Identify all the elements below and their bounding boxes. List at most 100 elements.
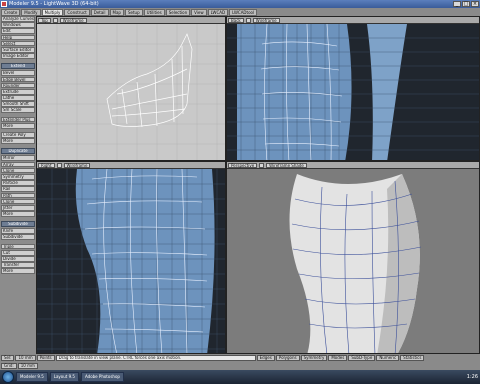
window-titlebar: Modeler 9.5 - LightWave 3D (64-bit) _ □ … bbox=[0, 0, 480, 8]
maximize-button[interactable]: □ bbox=[462, 1, 470, 7]
tool-button-more[interactable]: More bbox=[1, 122, 35, 129]
viewport-persp-settings-icon[interactable] bbox=[259, 162, 265, 168]
tool-button-cut[interactable]: Cut bbox=[1, 249, 35, 256]
tool-button-create-poly[interactable]: Create Poly bbox=[1, 132, 35, 138]
bottom-button-statistics[interactable]: Statistics bbox=[400, 355, 425, 361]
top-wireframe-canvas bbox=[37, 24, 225, 160]
viewport-perspective[interactable]: Perspective Wireframe Shade bbox=[226, 161, 480, 354]
viewport-back-settings-icon[interactable] bbox=[245, 17, 251, 23]
tool-group-header-duplicate[interactable]: Duplicate bbox=[1, 148, 35, 155]
lightwave-app-icon bbox=[1, 1, 7, 7]
tool-button-symmetry[interactable]: Symmetry bbox=[1, 173, 35, 180]
bottom-button-numeric[interactable]: Numeric bbox=[376, 355, 400, 361]
window-title: Modeler 9.5 - LightWave 3D (64-bit) bbox=[9, 1, 99, 7]
tool-button-rail[interactable]: Rail bbox=[1, 186, 35, 192]
tool-button-more[interactable]: More bbox=[1, 211, 35, 217]
status-row: Grid: 10 mm bbox=[0, 362, 480, 370]
tool-button-sm-scale[interactable]: Sm Scale bbox=[1, 107, 35, 114]
tab-selection[interactable]: Selection bbox=[165, 8, 191, 16]
bottom-button-polygons[interactable]: Polygons bbox=[275, 355, 300, 361]
viewport-right-settings-icon[interactable] bbox=[56, 162, 62, 168]
viewport-right-mode-dropdown[interactable]: Wireframe bbox=[63, 162, 91, 168]
tool-button-triple[interactable]: Triple bbox=[1, 243, 35, 250]
tab-modify[interactable]: Modify bbox=[21, 8, 41, 16]
right-wireframe-canvas bbox=[37, 169, 225, 353]
tab-setup[interactable]: Setup bbox=[124, 8, 143, 16]
tool-button-knife[interactable]: Knife bbox=[1, 228, 35, 234]
tool-button-image-editor[interactable]: Image Editor bbox=[1, 53, 35, 59]
viewport-perspective-header: Perspective Wireframe Shade bbox=[227, 162, 479, 169]
viewport-persp-mode-dropdown[interactable]: Wireframe Shade bbox=[266, 162, 307, 168]
bottom-button-edges[interactable]: Edges bbox=[256, 355, 275, 361]
tool-button-smooth-shift[interactable]: Smooth Shift bbox=[1, 101, 35, 107]
tool-button-more[interactable]: More bbox=[1, 268, 35, 275]
start-button[interactable] bbox=[2, 371, 14, 383]
tab-construct[interactable]: Construct bbox=[64, 8, 90, 16]
tool-button-array[interactable]: Array bbox=[1, 161, 35, 168]
tool-button-analyze-curves[interactable]: Analyze Curves bbox=[1, 16, 35, 22]
status-field-1: 10 mm bbox=[17, 363, 38, 369]
tool-button-divide[interactable]: Divide bbox=[1, 256, 35, 262]
tool-button-help[interactable]: Help bbox=[1, 34, 35, 41]
tab-multiply[interactable]: Multiply bbox=[41, 8, 64, 16]
viewport-top-view-dropdown[interactable]: Top bbox=[38, 17, 51, 23]
tab-detail[interactable]: Detail bbox=[90, 8, 109, 16]
tab-map[interactable]: Map bbox=[109, 8, 124, 16]
tab-view[interactable]: View bbox=[191, 8, 207, 16]
perspective-shaded-canvas bbox=[227, 169, 479, 353]
bottom-button-modes[interactable]: Modes bbox=[328, 355, 348, 361]
taskbar-task-1[interactable]: Layout 9.5 bbox=[49, 372, 79, 382]
tool-button-transfer[interactable]: Transfer bbox=[1, 262, 35, 268]
viewport-right-view-dropdown[interactable]: Right bbox=[38, 162, 55, 168]
tool-button-extender-plus[interactable]: Extender Plus bbox=[1, 116, 35, 123]
close-button[interactable]: × bbox=[471, 1, 479, 7]
window-controls: _ □ × bbox=[453, 1, 479, 7]
tool-button-particle[interactable]: Particle bbox=[1, 180, 35, 186]
bottom-button-sel-[interactable]: Sel: bbox=[1, 355, 15, 361]
tab-lwcad[interactable]: LWCAD bbox=[207, 8, 229, 16]
viewport-back[interactable]: Back Wireframe bbox=[226, 16, 480, 161]
tool-button-lathe[interactable]: Lathe bbox=[1, 95, 35, 101]
viewport-persp-view-dropdown[interactable]: Perspective bbox=[228, 162, 258, 168]
tool-panel: Analyze Curves Windows Edit Help Select Surfa… bbox=[0, 16, 36, 354]
viewport-right[interactable]: Right Wireframe bbox=[36, 161, 226, 354]
tool-group-header-extend[interactable]: Extend bbox=[1, 63, 35, 70]
viewport-top-mode-dropdown[interactable]: Wireframe bbox=[59, 17, 87, 23]
tool-panel-spacer bbox=[0, 144, 36, 147]
viewport-top[interactable]: Top Wireframe bbox=[36, 16, 226, 161]
tool-button-surface-editor[interactable]: Surface Editor bbox=[1, 46, 35, 53]
tool-button-edit[interactable]: Edit bbox=[1, 28, 35, 35]
status-field-0: Grid: bbox=[1, 363, 17, 369]
menu-tab-row: Create Modify Multiply Construct Detail Map Se… bbox=[0, 8, 480, 16]
viewport-top-settings-icon[interactable] bbox=[52, 17, 58, 23]
tool-button-windows[interactable]: Windows bbox=[1, 22, 35, 28]
tool-button-clone[interactable]: Clone bbox=[1, 167, 35, 174]
tab-utilities[interactable]: Utilities bbox=[143, 8, 165, 16]
tool-button-edge-bevel[interactable]: Edge Bevel bbox=[1, 76, 35, 83]
bottom-button-10-mm[interactable]: 10 mm bbox=[15, 355, 36, 361]
bottom-toolbar: Sel: 10 mm Points Drag to translate in view… bbox=[0, 354, 480, 362]
viewport-top-header: Top Wireframe bbox=[37, 17, 225, 24]
tab-lwcadtool[interactable]: LWCADtool bbox=[229, 8, 258, 16]
bottom-button-points[interactable]: Points bbox=[36, 355, 55, 361]
tool-button-more[interactable]: More bbox=[1, 138, 35, 144]
tool-button-path[interactable]: Path bbox=[1, 192, 35, 199]
tool-button-extrude[interactable]: Extrude bbox=[1, 88, 35, 95]
viewport-back-view-dropdown[interactable]: Back bbox=[228, 17, 244, 23]
tool-button-clone[interactable]: Clone bbox=[1, 198, 35, 205]
tool-button-jitter[interactable]: Jitter bbox=[1, 204, 35, 211]
taskbar-clock: 1:26 bbox=[466, 374, 478, 380]
tool-button-bevel[interactable]: Bevel bbox=[1, 70, 35, 76]
taskbar-task-0[interactable]: Modeler 9.5 bbox=[16, 372, 48, 382]
tool-button-select[interactable]: Select bbox=[1, 40, 35, 47]
tool-group-header-subdivide[interactable]: Subdivide bbox=[1, 221, 35, 228]
minimize-button[interactable]: _ bbox=[453, 1, 461, 7]
bottom-button-subd-type[interactable]: SubD-Type bbox=[348, 355, 376, 361]
tool-button-rounder[interactable]: Rounder bbox=[1, 82, 35, 89]
viewport-back-mode-dropdown[interactable]: Wireframe bbox=[252, 17, 280, 23]
tool-button-mirror[interactable]: Mirror bbox=[1, 155, 35, 162]
tool-button-subdivide[interactable]: Subdivide bbox=[1, 234, 35, 241]
tab-create[interactable]: Create bbox=[1, 8, 21, 16]
bottom-button-symmetry[interactable]: Symmetry bbox=[300, 355, 328, 361]
taskbar-task-2[interactable]: Adobe Photoshop bbox=[80, 372, 124, 382]
